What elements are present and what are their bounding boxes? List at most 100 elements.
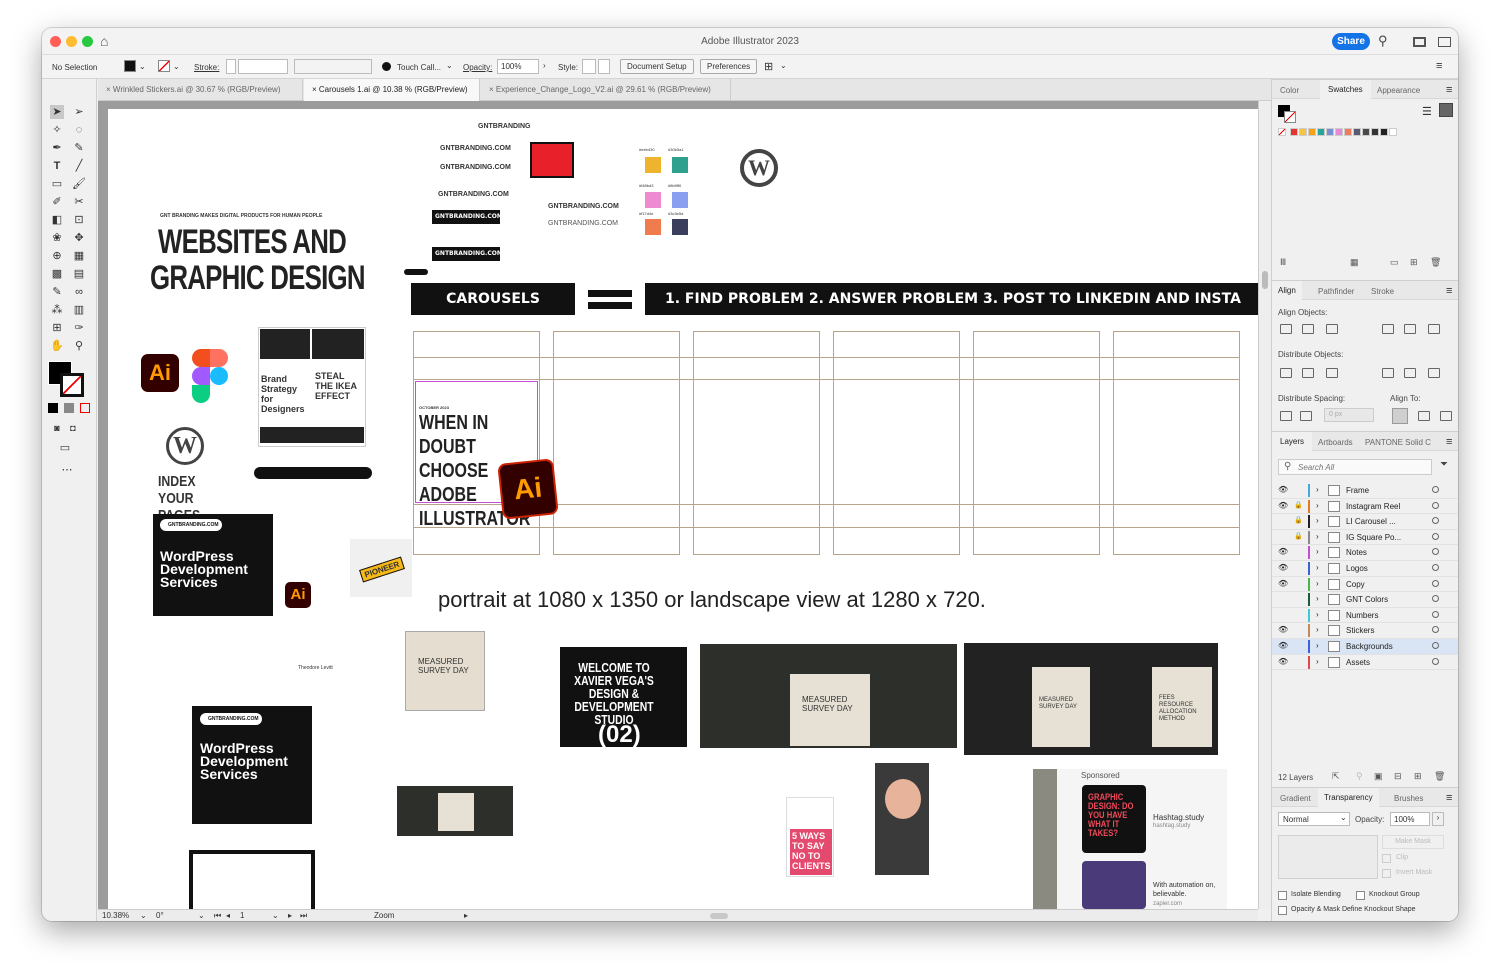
- align-icon[interactable]: [1326, 324, 1338, 334]
- slice-tool-icon[interactable]: ✑: [72, 321, 86, 335]
- style-dropdown[interactable]: [598, 59, 610, 74]
- curvature-tool-icon[interactable]: ✎: [72, 141, 86, 155]
- artboard-number[interactable]: 1: [240, 911, 244, 920]
- align-to-key-object-icon[interactable]: [1418, 411, 1430, 421]
- expand-chevron-icon[interactable]: ›: [1316, 610, 1319, 619]
- tab-pathfinder[interactable]: Pathfinder: [1318, 287, 1354, 296]
- warp-tool-icon[interactable]: ❀: [50, 231, 64, 245]
- distribute-icon[interactable]: [1326, 368, 1338, 378]
- filter-icon[interactable]: ⏷: [1440, 459, 1448, 470]
- edit-toolbar-icon[interactable]: ⋯: [60, 463, 74, 477]
- carousel-slide-frame[interactable]: [693, 331, 820, 555]
- target-circle-icon[interactable]: [1432, 610, 1439, 618]
- carousel-slide-frame[interactable]: [1113, 331, 1240, 555]
- visibility-eye-icon[interactable]: 👁: [1278, 485, 1288, 494]
- target-circle-icon[interactable]: [1432, 579, 1439, 587]
- swatch-chip[interactable]: [1389, 128, 1397, 136]
- clip-checkbox[interactable]: [1382, 854, 1391, 863]
- rotation-dropdown-icon[interactable]: ⌄: [198, 911, 205, 920]
- graph-tool-icon[interactable]: ▥: [72, 303, 86, 317]
- tab-pantone[interactable]: PANTONE Solid C: [1365, 438, 1435, 447]
- clipping-mask-icon[interactable]: ▣: [1374, 771, 1383, 782]
- transparency-opacity-input[interactable]: 100%: [1390, 812, 1430, 826]
- swatch-chip[interactable]: [1326, 128, 1334, 136]
- layer-name[interactable]: Assets: [1346, 658, 1370, 667]
- stroke-label[interactable]: Stroke:: [194, 63, 219, 72]
- grid-view-icon[interactable]: [1439, 103, 1453, 117]
- tab-appearance[interactable]: Appearance: [1377, 86, 1420, 95]
- layer-name[interactable]: GNT Colors: [1346, 595, 1388, 604]
- opacity-arrow-icon[interactable]: ›: [1432, 812, 1444, 826]
- layer-name[interactable]: Stickers: [1346, 626, 1374, 635]
- artboard-tool-icon[interactable]: ⊞: [50, 321, 64, 335]
- target-circle-icon[interactable]: [1432, 642, 1439, 649]
- distribute-icon[interactable]: [1302, 368, 1314, 378]
- mesh-tool-icon[interactable]: ▩: [50, 267, 64, 281]
- prev-artboard-icon[interactable]: ◂: [226, 911, 230, 920]
- expand-chevron-icon[interactable]: ›: [1316, 501, 1319, 510]
- hscroll-thumb[interactable]: [710, 913, 728, 919]
- draw-normal-icon[interactable]: ◙: [50, 421, 64, 435]
- stroke-color-icon[interactable]: [60, 373, 84, 397]
- zoom-level[interactable]: 10.38%: [102, 911, 129, 920]
- brush-dropdown-icon[interactable]: ⌄: [446, 61, 453, 70]
- tab-carousels[interactable]: × Carousels 1.ai @ 10.38 % (RGB/Preview): [304, 79, 480, 101]
- visibility-eye-icon[interactable]: 👁: [1278, 547, 1288, 556]
- artboard-canvas[interactable]: GNTBRANDING GNTBRANDING.COM GNTBRANDING.…: [108, 109, 1260, 909]
- stroke-swatch[interactable]: [158, 60, 170, 72]
- swatch-chip[interactable]: [1362, 128, 1370, 136]
- visibility-eye-icon[interactable]: 👁: [1278, 657, 1288, 666]
- stroke-indicator[interactable]: [1284, 111, 1296, 123]
- layer-name[interactable]: Copy: [1346, 580, 1365, 589]
- layer-name[interactable]: Numbers: [1346, 611, 1378, 620]
- fill-dropdown-icon[interactable]: ⌄: [139, 62, 146, 71]
- vertical-scrollbar[interactable]: [1258, 101, 1271, 909]
- color-mode-icon[interactable]: [48, 403, 58, 413]
- align-icon[interactable]: [1382, 324, 1394, 334]
- next-artboard-icon[interactable]: ▸: [288, 911, 292, 920]
- visibility-eye-icon[interactable]: 👁: [1278, 641, 1288, 650]
- isolate-blending-checkbox[interactable]: [1278, 891, 1287, 900]
- perspective-grid-icon[interactable]: ▦: [72, 249, 86, 263]
- tab-artboards[interactable]: Artboards: [1318, 438, 1353, 447]
- visibility-eye-icon[interactable]: 👁: [1278, 563, 1288, 572]
- status-arrow-icon[interactable]: ▸: [464, 911, 468, 920]
- vertical-spacing-icon[interactable]: [1280, 411, 1292, 421]
- shape-builder-icon[interactable]: ⊕: [50, 249, 64, 263]
- lock-icon[interactable]: 🔒: [1294, 516, 1303, 524]
- brush-definition[interactable]: Touch Call...: [397, 63, 441, 72]
- scroll-thumb[interactable]: [1262, 271, 1268, 289]
- fill-swatch[interactable]: [124, 60, 136, 72]
- opacity-arrow-icon[interactable]: ›: [543, 61, 546, 70]
- draw-behind-icon[interactable]: ◘: [66, 421, 80, 435]
- share-button[interactable]: Share: [1332, 33, 1370, 50]
- tab-color[interactable]: Color: [1280, 86, 1299, 95]
- preferences-button[interactable]: Preferences: [700, 59, 758, 74]
- swatch-library-icon[interactable]: Ⅲ: [1280, 257, 1286, 268]
- tab-brushes[interactable]: Brushes: [1394, 794, 1423, 803]
- tab-stroke[interactable]: Stroke: [1371, 287, 1394, 296]
- target-circle-icon[interactable]: [1432, 486, 1439, 493]
- tab-experience-change-logo[interactable]: × Experience_Change_Logo_V2.ai @ 29.61 %…: [481, 79, 731, 101]
- align-to-artboard-icon[interactable]: [1440, 411, 1452, 421]
- panel-menu-icon[interactable]: ≡: [1446, 792, 1452, 804]
- target-circle-icon[interactable]: [1432, 501, 1439, 509]
- arrange-dropdown-icon[interactable]: ⌄: [780, 61, 787, 70]
- align-icon[interactable]: [1404, 324, 1416, 334]
- shaper-tool-icon[interactable]: ✐: [50, 195, 64, 209]
- delete-swatch-icon[interactable]: 🗑: [1430, 257, 1441, 268]
- new-layer-icon[interactable]: ⊞: [1414, 771, 1422, 782]
- swatch-grid[interactable]: [1278, 128, 1454, 137]
- arrange-documents-icon[interactable]: [1413, 37, 1426, 47]
- reflect-tool-icon[interactable]: ◧: [50, 213, 64, 227]
- swatch-none[interactable]: [1278, 128, 1286, 136]
- target-circle-icon[interactable]: [1432, 595, 1439, 603]
- layer-row[interactable]: 👁 🔒 › Instagram Reel: [1272, 499, 1458, 515]
- swatch-chip[interactable]: [1353, 128, 1361, 136]
- tab-gradient[interactable]: Gradient: [1280, 794, 1311, 803]
- visibility-eye-icon[interactable]: 👁: [1278, 579, 1288, 588]
- layer-row[interactable]: 👁 › Frame: [1272, 483, 1458, 499]
- carousel-slide-frame[interactable]: [973, 331, 1100, 555]
- panel-menu-icon[interactable]: ≡: [1446, 285, 1452, 297]
- type-tool-icon[interactable]: T: [50, 159, 64, 173]
